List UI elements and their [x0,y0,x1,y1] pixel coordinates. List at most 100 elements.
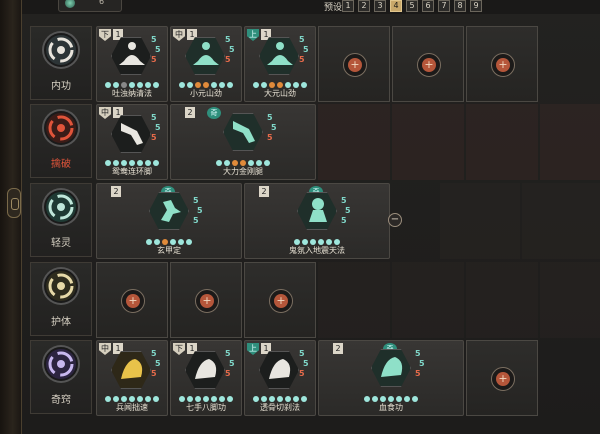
stat-value: 5 [303,45,309,54]
preset-button-9[interactable]: 9 [470,0,482,12]
empty-slot[interactable]: + [244,262,316,338]
skill-card[interactable]: 中 1 5 5 5 小元山劲 [170,26,242,102]
add-skill-button[interactable]: + [195,289,219,313]
stat-value: 5 [225,369,231,378]
empty-slot[interactable]: + [170,262,242,338]
empty-slot[interactable]: + [466,340,538,416]
skill-card[interactable]: 上 1 5 5 5 大元山劲 [244,26,316,102]
empty-slot[interactable]: + [466,26,538,102]
count-badge: 2 [259,186,269,197]
tier-badge: 中 [99,107,111,119]
skill-card[interactable]: 2 奇 5 5 5 玄甲定 [96,183,242,259]
skill-card[interactable]: 中 1 5 5 5 鸳鸯连环脚 [96,104,168,180]
empty-slot[interactable]: + [392,26,464,102]
skill-card[interactable]: 下 1 5 5 5 七手八脚功 [170,340,242,416]
stat-value: 5 [155,123,161,132]
stat-value: 5 [225,35,231,44]
skill-name: 七手八脚功 [186,403,226,412]
swirl-emblem-icon [44,190,78,224]
stat-value: 5 [151,349,157,358]
jade-orb-icon [65,0,75,8]
skill-name: 吐浊纳清法 [112,89,152,98]
category-qiqiao[interactable]: 奇窍 [30,340,92,414]
preset-button-8[interactable]: 8 [454,0,466,12]
resource-count: 6 [99,0,105,6]
skill-card[interactable]: 2 奇 5 5 5 大力金刚腿 [170,104,316,180]
top-bar: 6 预设 1 2 3 4 5 6 7 8 9 [22,0,600,14]
remove-slot-button[interactable]: − [388,213,402,227]
locked-slot [522,183,600,259]
stat-value: 5 [303,359,309,368]
skill-card[interactable]: 中 1 5 5 5 兵闻拙速 [96,340,168,416]
stat-value: 5 [197,206,203,215]
preset-button-4[interactable]: 4 [390,0,402,12]
special-badge: 奇 [207,107,221,119]
collapse-handle-icon[interactable] [7,188,21,218]
stat-value: 5 [341,196,347,205]
skill-name: 大力金刚腿 [223,167,263,176]
meditation-figure-icon [267,42,293,65]
add-skill-button[interactable]: + [491,53,515,77]
row-qinpo: 擒破 中 1 5 5 5 鸳鸯连环脚 2 奇 5 5 5 大力金刚腿 [22,104,600,180]
stat-value: 5 [415,369,421,378]
stat-value: 5 [267,113,273,122]
skill-card[interactable]: 上 1 5 5 5 透骨切刹法 [244,340,316,416]
add-skill-button[interactable]: + [491,367,515,391]
skill-name: 小元山劲 [190,89,222,98]
kick-figure-icon [233,121,255,143]
category-neigong[interactable]: 内功 [30,26,92,100]
add-skill-button[interactable]: + [343,53,367,77]
resource-slot[interactable]: 6 [58,0,122,12]
add-skill-button[interactable]: + [269,289,293,313]
locked-slot [318,262,390,338]
meditation-figure-icon [119,42,145,65]
tier-badge: 上 [247,29,259,41]
preset-label: 预设 [324,3,343,13]
add-skill-button[interactable]: + [121,289,145,313]
stat-value: 5 [341,216,347,225]
add-skill-button[interactable]: + [417,53,441,77]
locked-slot [466,104,538,180]
stat-value: 5 [271,123,277,132]
stat-value: 5 [151,133,157,142]
stat-value: 5 [151,113,157,122]
skill-card[interactable]: 下 1 5 5 5 吐浊纳清法 [96,26,168,102]
row-qingling: 轻灵 2 奇 5 5 5 玄甲定 2 奇 5 5 5 [22,183,600,259]
preset-button-1[interactable]: 1 [342,0,354,12]
skill-card[interactable]: 2 奇 5 5 5 鬼氛入地震天法 [244,183,390,259]
preset-button-2[interactable]: 2 [358,0,370,12]
stat-value: 5 [151,55,157,64]
skill-name: 玄甲定 [157,246,181,255]
row-huti: 护体 + + + [22,262,600,338]
beast-figure-icon [195,359,217,379]
category-label: 护体 [51,317,71,328]
stat-value: 5 [299,349,305,358]
stat-value: 5 [193,216,199,225]
row-qiqiao: 奇窍 中 1 5 5 5 兵闻拙速 下 1 5 5 5 七手八脚功 上 1 5 … [22,340,600,416]
skill-card[interactable]: 2 奇 5 5 5 血食功 [318,340,464,416]
locked-slot [392,104,464,180]
stat-value: 5 [225,55,231,64]
beast-figure-icon [381,357,403,377]
preset-button-6[interactable]: 6 [422,0,434,12]
category-label: 奇窍 [51,395,71,406]
preset-button-5[interactable]: 5 [406,0,418,12]
empty-slot[interactable]: + [318,26,390,102]
preset-button-7[interactable]: 7 [438,0,450,12]
empty-slot[interactable]: + [96,262,168,338]
stat-value: 5 [299,35,305,44]
category-qingling[interactable]: 轻灵 [30,183,92,257]
category-huti[interactable]: 护体 [30,262,92,336]
stat-value: 5 [151,35,157,44]
stat-value: 5 [155,45,161,54]
locked-slot [440,183,520,259]
stat-value: 5 [225,349,231,358]
row-neigong: 内功 下 1 5 5 5 吐浊纳清法 中 1 5 5 5 小元山劲 上 1 5 … [22,26,600,102]
meditation-figure-icon [193,42,219,65]
stat-value: 5 [193,196,199,205]
category-label: 轻灵 [51,238,71,249]
preset-button-3[interactable]: 3 [374,0,386,12]
stat-value: 5 [299,55,305,64]
category-qinpo[interactable]: 擒破 [30,104,92,178]
ghost-figure-icon [309,198,327,222]
